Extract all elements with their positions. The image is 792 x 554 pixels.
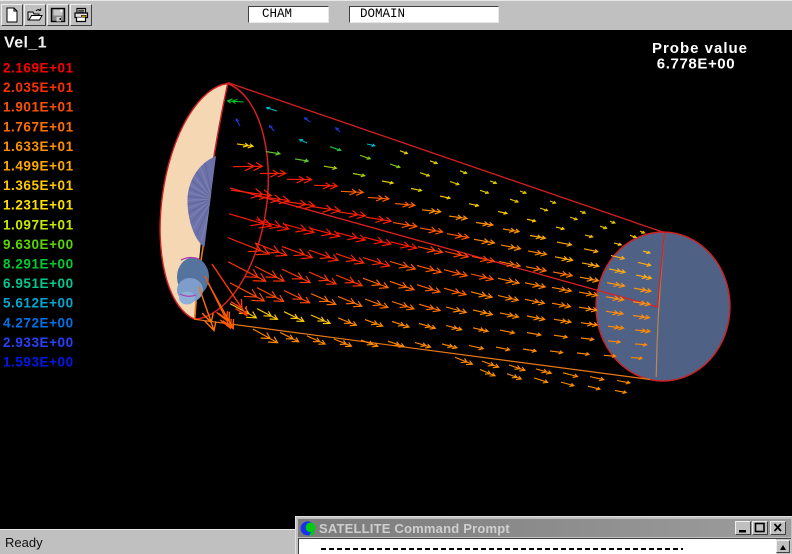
svg-text:Vel_1: Vel_1 [4,35,47,52]
svg-text:1.097E+01: 1.097E+01 [3,217,74,232]
svg-text:1.633E+01: 1.633E+01 [3,139,74,154]
svg-text:6.778E+00: 6.778E+00 [657,56,735,73]
svg-text:1.767E+01: 1.767E+01 [3,119,74,134]
svg-text:1.499E+01: 1.499E+01 [3,159,74,174]
svg-text:9.630E+00: 9.630E+00 [3,237,74,252]
svg-text:5.612E+00: 5.612E+00 [3,296,74,311]
svg-text:1.231E+01: 1.231E+01 [3,198,74,213]
svg-text:6.951E+00: 6.951E+00 [3,276,74,291]
svg-text:2.933E+00: 2.933E+00 [3,335,74,350]
svg-text:1.901E+01: 1.901E+01 [3,100,74,115]
svg-text:1.365E+01: 1.365E+01 [3,178,74,193]
svg-text:1.593E+00: 1.593E+00 [3,355,74,370]
svg-text:4.272E+00: 4.272E+00 [3,315,74,330]
svg-text:2.169E+01: 2.169E+01 [3,61,74,76]
svg-text:2.035E+01: 2.035E+01 [3,80,74,95]
svg-text:8.291E+00: 8.291E+00 [3,257,74,272]
svg-text:Probe value: Probe value [652,40,748,57]
